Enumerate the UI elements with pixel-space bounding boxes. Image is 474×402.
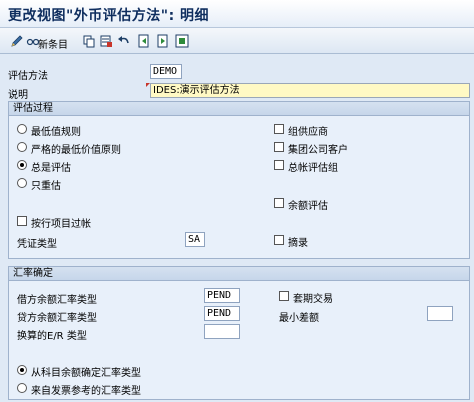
radio-revalue-only[interactable] — [17, 178, 27, 188]
application-toolbar: 新条目 — [0, 28, 474, 54]
document-type-label: 凭证类型 — [17, 239, 57, 250]
revalue-only-label: 只重估 — [31, 181, 61, 192]
exchange-rate-group: 汇率确定 借方余额汇率类型 PEND 贷方余额汇率类型 PEND 换算的E/R … — [8, 266, 470, 400]
lowest-value-label: 最低值规则 — [31, 127, 81, 138]
chk-extract[interactable] — [274, 235, 284, 245]
chk-hedged-transaction[interactable] — [279, 291, 289, 301]
radio-rate-from-balance[interactable] — [17, 365, 27, 375]
always-valuate-label: 总是评估 — [31, 163, 71, 174]
detail-area: 评估方法 DEMO 说明 IDES:演示评估方法 评估过程 最低值规则 严格的最… — [0, 55, 474, 402]
method-field[interactable]: DEMO — [150, 64, 182, 79]
description-label: 说明 — [8, 90, 28, 101]
undo-icon[interactable] — [117, 34, 131, 48]
strict-lowest-value-label: 严格的最低价值原则 — [31, 145, 121, 156]
new-entries-button[interactable]: 新条目 — [38, 36, 68, 51]
extract-label: 摘录 — [288, 238, 308, 249]
balance-valuation-label: 余额评估 — [288, 201, 328, 212]
previous-entry-icon[interactable] — [137, 34, 151, 48]
credit-rate-type-field[interactable]: PEND — [204, 306, 240, 321]
exchange-rate-title: 汇率确定 — [9, 267, 469, 281]
er-type-field[interactable] — [204, 324, 240, 339]
post-per-line-item-label: 按行项目过帐 — [31, 219, 91, 230]
minimum-difference-field[interactable] — [427, 306, 453, 321]
valuation-procedure-title: 评估过程 — [9, 102, 469, 116]
description-field[interactable]: IDES:演示评估方法 — [150, 83, 470, 98]
valuation-procedure-group: 评估过程 最低值规则 严格的最低价值原则 总是评估 只重估 组供应商 集团公司客… — [8, 101, 470, 259]
credit-rate-type-label: 贷方余额汇率类型 — [17, 313, 97, 324]
debit-rate-type-label: 借方余额汇率类型 — [17, 295, 97, 306]
select-block-icon[interactable] — [175, 34, 189, 48]
method-label: 评估方法 — [8, 71, 48, 82]
chk-group-vendor[interactable] — [274, 124, 284, 134]
chk-group-customer[interactable] — [274, 142, 284, 152]
debit-rate-type-field[interactable]: PEND — [204, 288, 240, 303]
minimum-difference-label: 最小差额 — [279, 313, 319, 324]
copy-icon[interactable] — [82, 34, 96, 48]
chk-gl-valuation-group[interactable] — [274, 160, 284, 170]
delete-rows-icon[interactable] — [99, 34, 113, 48]
chk-balance-valuation[interactable] — [274, 198, 284, 208]
edit-pencil-icon[interactable] — [10, 34, 24, 48]
radio-lowest-value[interactable] — [17, 124, 27, 134]
radio-strict-lowest-value[interactable] — [17, 142, 27, 152]
window-title: 更改视图"外币评估方法": 明细 — [8, 8, 210, 24]
required-marker — [146, 83, 150, 87]
document-type-field[interactable]: SA — [185, 232, 205, 247]
hedged-transaction-label: 套期交易 — [293, 294, 333, 305]
gl-valuation-group-label: 总帐评估组 — [288, 163, 338, 174]
er-type-label: 换算的E/R 类型 — [17, 331, 87, 342]
group-customer-label: 集团公司客户 — [288, 145, 348, 156]
rate-from-invoice-label: 来自发票参考的汇率类型 — [31, 386, 141, 397]
radio-always-valuate[interactable] — [17, 160, 27, 170]
chk-post-per-line-item[interactable] — [17, 216, 27, 226]
radio-rate-from-invoice[interactable] — [17, 383, 27, 393]
title-bar: 更改视图"外币评估方法": 明细 — [0, 0, 474, 28]
rate-from-balance-label: 从科目余额确定汇率类型 — [31, 368, 141, 379]
group-vendor-label: 组供应商 — [288, 127, 328, 138]
next-entry-icon[interactable] — [156, 34, 170, 48]
